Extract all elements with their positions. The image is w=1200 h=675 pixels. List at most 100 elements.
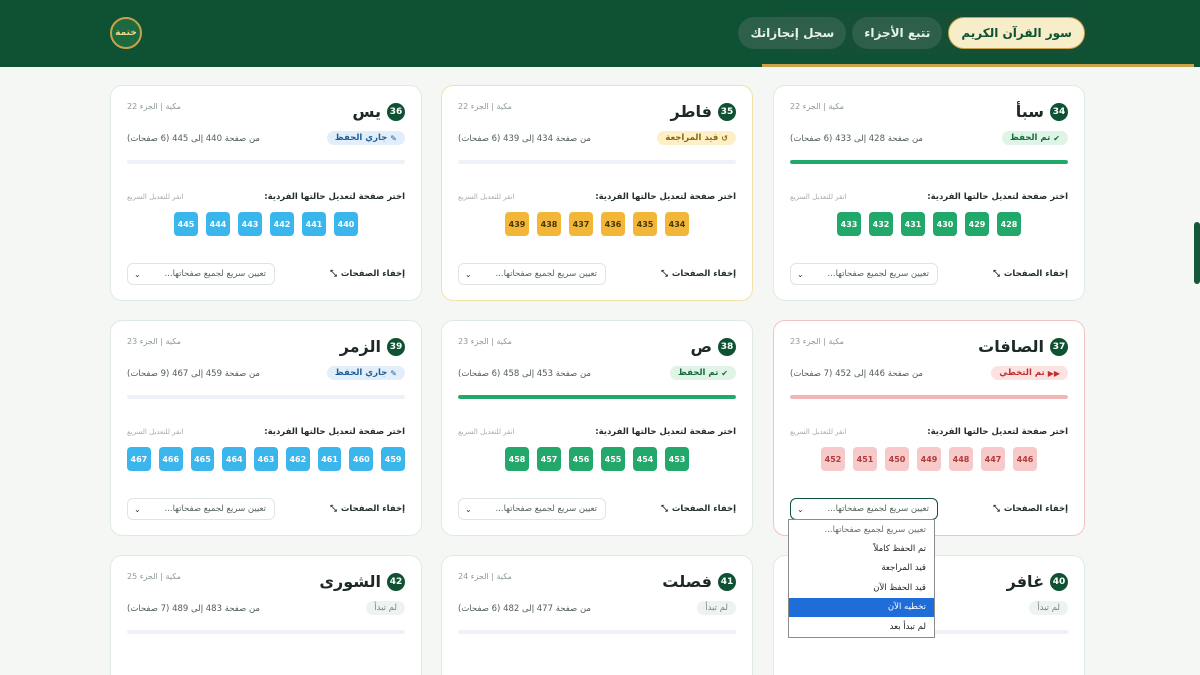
nav-tab-achievements[interactable]: سجل إنجازاتك [738,16,847,49]
surah-card: 41 فصلت مكية | الجزء 24 من صفحة 477 إلى 482… [441,555,753,675]
surah-meta: مكية | الجزء 24 [458,572,512,581]
page-button[interactable]: 458 [505,447,529,471]
page-picker-label: اختر صفحة لتعديل حالتها الفردية: [927,192,1068,202]
nav-tab-juz-tracker[interactable]: تتبع الأجزاء [852,16,943,49]
surah-number-badge: 34 [1050,102,1068,121]
surah-name: غافر [1006,572,1044,591]
quick-assign-select[interactable]: تعيين سريع لجميع صفحاتها... ⌄ [790,498,938,520]
page-button[interactable]: 442 [270,212,294,236]
page-button[interactable]: 453 [665,447,689,471]
status-icon: ↺ [721,133,728,143]
page-button[interactable]: 440 [334,212,358,236]
surah-header: 39 الزمر [340,337,405,356]
page-button[interactable]: 441 [302,212,326,236]
active-tab-underline [762,64,1194,67]
page-range: من صفحة 453 إلى 458 (6 صفحات) [458,369,591,379]
hide-pages-button[interactable]: إخفاء الصفحات ⤡ [993,269,1068,279]
surah-header: 34 سبأ [1016,102,1068,121]
page-button[interactable]: 437 [569,212,593,236]
page-button[interactable]: 460 [349,447,374,471]
status-badge: ✎ جاري الحفظ [326,131,405,145]
quick-assign-select[interactable]: تعيين سريع لجميع صفحاتها... ⌄ [790,263,938,285]
page-button[interactable]: 456 [569,447,593,471]
surah-meta: مكية | الجزء 25 [127,572,181,581]
page-button[interactable]: 450 [885,447,909,471]
page-button[interactable]: 434 [665,212,689,236]
page-picker-label: اختر صفحة لتعديل حالتها الفردية: [264,192,405,202]
page-button[interactable]: 446 [1013,447,1037,471]
hide-pages-button[interactable]: إخفاء الصفحات ⤡ [661,269,736,279]
page-button[interactable]: 435 [633,212,657,236]
dropdown-option[interactable]: تم الحفظ كاملاً [789,539,934,558]
dropdown-option[interactable]: لم تبدأ بعد [789,617,934,636]
hide-pages-button[interactable]: إخفاء الصفحات ⤡ [661,504,736,514]
surah-card: 39 الزمر مكية | الجزء 23 من صفحة 459 إلى 46… [110,320,422,536]
page-button[interactable]: 461 [317,447,342,471]
hide-pages-button[interactable]: إخفاء الصفحات ⤡ [330,269,405,279]
page-scrollbar-thumb[interactable] [1194,222,1200,284]
quick-assign-dropdown-list[interactable]: تعيين سريع لجميع صفحاتها... تم الحفظ كامل… [788,519,935,638]
page-button[interactable]: 452 [821,447,845,471]
page-button[interactable]: 432 [869,212,893,236]
page-buttons: 446 447 448 449 450 451 452 [790,447,1068,471]
dropdown-option[interactable]: تخطيه الآن [789,597,934,617]
page-button[interactable]: 433 [837,212,861,236]
dropdown-option[interactable]: قيد المراجعة [789,559,934,578]
surah-card: 37 الصافات مكية | الجزء 23 من صفحة 446 إلى … [773,320,1085,536]
select-value: تعيين سريع لجميع صفحاتها... [164,269,266,279]
page-button[interactable]: 447 [981,447,1005,471]
page-button[interactable]: 463 [254,447,278,471]
page-button[interactable]: 455 [601,447,625,471]
page-button[interactable]: 429 [965,212,989,236]
page-button[interactable]: 448 [949,447,973,471]
page-button[interactable]: 445 [174,212,198,236]
page-button[interactable]: 443 [238,212,262,236]
page-button[interactable]: 459 [381,447,406,471]
surah-name: فصلت [662,572,712,591]
page-button[interactable]: 464 [222,447,247,471]
page-button[interactable]: 462 [285,447,310,471]
dropdown-option[interactable]: قيد الحفظ الآن [789,578,934,597]
quick-assign-select[interactable]: تعيين سريع لجميع صفحاتها... ⌄ [127,263,275,285]
page-button[interactable]: 428 [997,212,1021,236]
nav-tab-surahs[interactable]: سور القرآن الكريم [948,16,1085,49]
quick-assign-select[interactable]: تعيين سريع لجميع صفحاتها... ⌄ [458,263,606,285]
page-button[interactable]: 454 [633,447,657,471]
page-button[interactable]: 444 [206,212,230,236]
page-button[interactable]: 431 [901,212,925,236]
page-button[interactable]: 457 [537,447,561,471]
page-button[interactable]: 467 [126,447,151,471]
page-button[interactable]: 439 [505,212,529,236]
quick-assign-select[interactable]: تعيين سريع لجميع صفحاتها... ⌄ [127,498,275,520]
hide-pages-button[interactable]: إخفاء الصفحات ⤡ [993,504,1068,514]
surah-card: 38 ص مكية | الجزء 23 من صفحة 453 إلى 458 (6… [441,320,753,536]
surah-name: ص [690,337,712,356]
page-button[interactable]: 430 [933,212,957,236]
surah-card: 42 الشورى مكية | الجزء 25 من صفحة 483 إلى 4… [110,555,422,675]
progress-bar [127,395,405,399]
page-range: من صفحة 428 إلى 433 (6 صفحات) [790,134,923,144]
page-button[interactable]: 451 [853,447,877,471]
page-picker-label: اختر صفحة لتعديل حالتها الفردية: [264,427,405,437]
dropdown-option[interactable]: تعيين سريع لجميع صفحاتها... [789,520,934,539]
progress-bar [458,630,736,634]
page-button[interactable]: 449 [917,447,941,471]
surah-card: 34 سبأ مكية | الجزء 22 من صفحة 428 إلى 433 … [773,85,1085,301]
surah-name: الشورى [319,572,381,591]
hide-pages-button[interactable]: إخفاء الصفحات ⤡ [330,504,405,514]
page-button[interactable]: 436 [601,212,625,236]
surah-number-badge: 41 [718,572,736,591]
page-button[interactable]: 466 [158,447,183,471]
status-badge: ↺ قيد المراجعة [657,131,736,145]
quick-edit-hint: انقر للتعديل السريع [458,428,515,436]
status-badge: ▶▶ تم التخطي [991,366,1068,380]
page-picker-label: اختر صفحة لتعديل حالتها الفردية: [927,427,1068,437]
page-button[interactable]: 465 [190,447,215,471]
page-range: من صفحة 446 إلى 452 (7 صفحات) [790,369,923,379]
hide-pages-label: إخفاء الصفحات [1003,269,1068,279]
surah-number-badge: 35 [718,102,736,121]
collapse-icon: ⤡ [661,269,668,279]
page-button[interactable]: 438 [537,212,561,236]
app-logo[interactable]: ختمة [110,17,142,49]
quick-assign-select[interactable]: تعيين سريع لجميع صفحاتها... ⌄ [458,498,606,520]
